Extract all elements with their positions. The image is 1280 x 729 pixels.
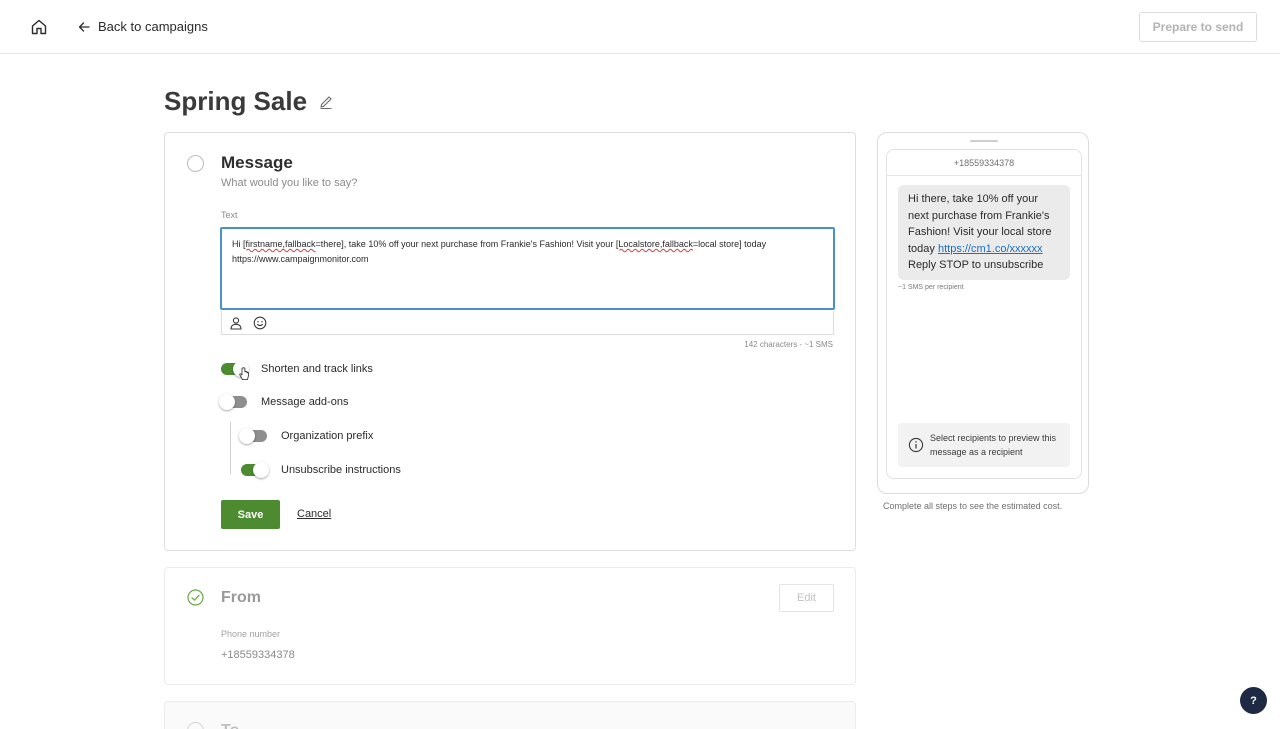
- unsubscribe-instructions-row: Unsubscribe instructions: [241, 462, 401, 478]
- page-title: Spring Sale: [164, 86, 308, 116]
- message-step-subtitle: What would you like to say?: [221, 177, 358, 189]
- personalize-person-icon[interactable]: [228, 315, 244, 331]
- unsubscribe-instructions-toggle[interactable]: [241, 462, 269, 478]
- back-to-campaigns-link[interactable]: Back to campaigns: [78, 19, 208, 34]
- phone-number-label: Phone number: [221, 629, 281, 639]
- preview-info-text: Select recipients to preview this messag…: [930, 433, 1057, 457]
- to-step-title: To: [221, 722, 239, 729]
- sms-phone-preview: +18559334378 Hi there, take 10% off your…: [877, 132, 1089, 494]
- save-button[interactable]: Save: [221, 500, 280, 529]
- bubble-short-link[interactable]: https://cm1.co/xxxxxx: [938, 243, 1043, 255]
- page-title-row: Spring Sale: [164, 86, 335, 117]
- shorten-links-label: Shorten and track links: [261, 363, 373, 375]
- message-toolbar: [221, 311, 834, 335]
- message-step-card: Message What would you like to say? Text…: [164, 132, 856, 551]
- emoji-smiley-icon[interactable]: [252, 315, 268, 331]
- home-icon[interactable]: [28, 16, 50, 38]
- prepare-to-send-button[interactable]: Prepare to send: [1139, 12, 1257, 42]
- text-segment-url: https://www.campaignmonitor.com: [232, 254, 369, 264]
- step-status-circle-icon: [187, 155, 204, 172]
- message-addons-label: Message add-ons: [261, 396, 349, 408]
- merge-tag-firstname: [firstname,fallback: [243, 239, 316, 249]
- top-bar: Back to campaigns Prepare to send: [0, 0, 1280, 54]
- arrow-left-icon: [78, 21, 90, 32]
- organization-prefix-row: Organization prefix: [239, 428, 374, 444]
- character-count: 142 characters - ~1 SMS: [744, 340, 833, 349]
- pencil-icon[interactable]: [317, 93, 335, 111]
- from-step-card: From Edit Phone number +18559334378: [164, 567, 856, 685]
- message-text-input[interactable]: Hi [firstname,fallback=there], take 10% …: [220, 227, 835, 310]
- text-segment: Hi: [232, 239, 243, 249]
- sms-per-recipient: ~1 SMS per recipient: [898, 284, 964, 291]
- preview-info-box: Select recipients to preview this messag…: [898, 423, 1070, 467]
- from-step-title: From: [221, 589, 261, 606]
- preview-sender-number: +18559334378: [887, 150, 1081, 176]
- help-button[interactable]: ?: [1240, 687, 1267, 714]
- organization-prefix-toggle[interactable]: [239, 428, 267, 444]
- check-circle-icon: [187, 589, 204, 606]
- message-addons-toggle[interactable]: [219, 394, 247, 410]
- organization-prefix-label: Organization prefix: [281, 430, 374, 442]
- sms-message-bubble: Hi there, take 10% off your next purchas…: [898, 185, 1070, 280]
- bubble-text-unsubscribe: Reply STOP to unsubscribe: [908, 259, 1044, 271]
- text-field-label: Text: [221, 210, 238, 220]
- to-step-card: To: [164, 701, 856, 729]
- from-edit-button[interactable]: Edit: [779, 584, 834, 612]
- cancel-link[interactable]: Cancel: [297, 508, 331, 520]
- message-addons-row: Message add-ons: [219, 394, 349, 410]
- mouse-pointer-hand-icon: [239, 367, 249, 380]
- unsubscribe-instructions-label: Unsubscribe instructions: [281, 464, 401, 476]
- estimated-cost-note: Complete all steps to see the estimated …: [883, 501, 1063, 511]
- step-status-circle-icon: [187, 722, 204, 729]
- back-link-label: Back to campaigns: [98, 19, 208, 34]
- merge-tag-localstore: [Localstore,fallback: [615, 239, 693, 249]
- text-segment: =local store] today: [692, 239, 767, 249]
- phone-number-value: +18559334378: [221, 649, 295, 661]
- phone-notch: [970, 140, 998, 142]
- info-icon: [908, 437, 924, 453]
- phone-screen: +18559334378 Hi there, take 10% off your…: [886, 149, 1082, 479]
- message-step-title: Message: [221, 153, 293, 172]
- text-segment: =there], take 10% off your next purchase…: [315, 239, 616, 249]
- addons-indent-line: [230, 422, 231, 474]
